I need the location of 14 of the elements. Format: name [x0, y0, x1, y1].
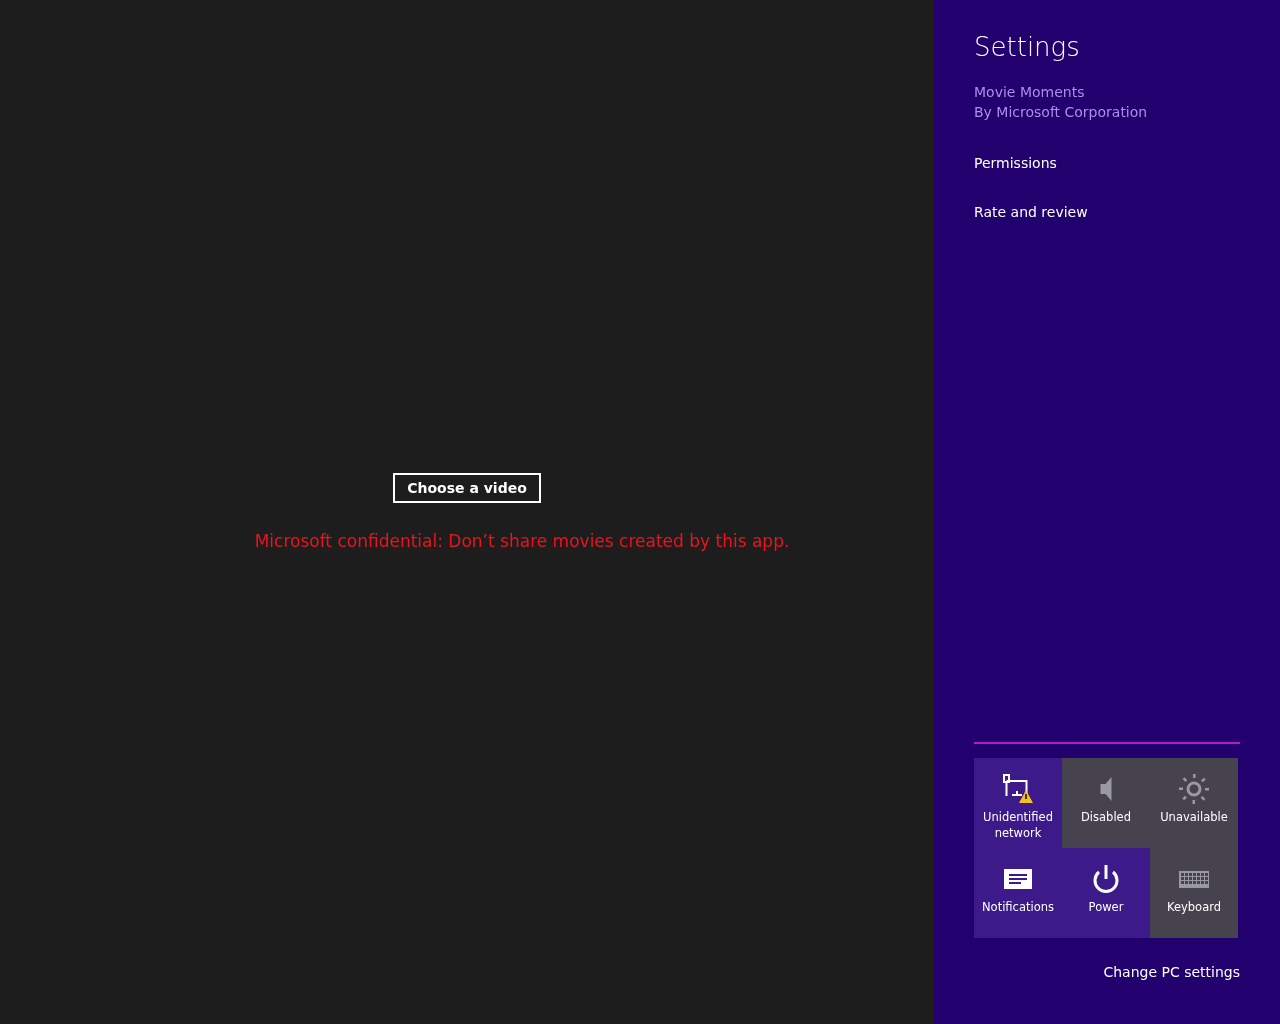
settings-link[interactable]: Rate and review	[974, 204, 1240, 220]
quick-setting-tile[interactable]: Notifications	[974, 848, 1062, 938]
sun-icon	[1176, 773, 1212, 805]
speaker-icon	[1100, 777, 1112, 801]
quick-setting-tile[interactable]: Unidentified network	[974, 758, 1062, 848]
change-pc-settings-link[interactable]: Change PC settings	[1103, 964, 1240, 980]
choose-video-button[interactable]: Choose a video	[393, 473, 541, 503]
app-name: Movie Moments	[974, 83, 1086, 102]
network-warning-icon	[1000, 773, 1036, 805]
pane-title: Settings	[974, 32, 1081, 62]
settings-link[interactable]: Permissions	[974, 155, 1240, 171]
confidential-notice: Microsoft confidential: Don’t share movies created by this app.	[254, 531, 790, 551]
publisher-name: By Microsoft Corporation	[974, 103, 1149, 122]
quick-setting-tile[interactable]: Power	[1062, 848, 1150, 938]
